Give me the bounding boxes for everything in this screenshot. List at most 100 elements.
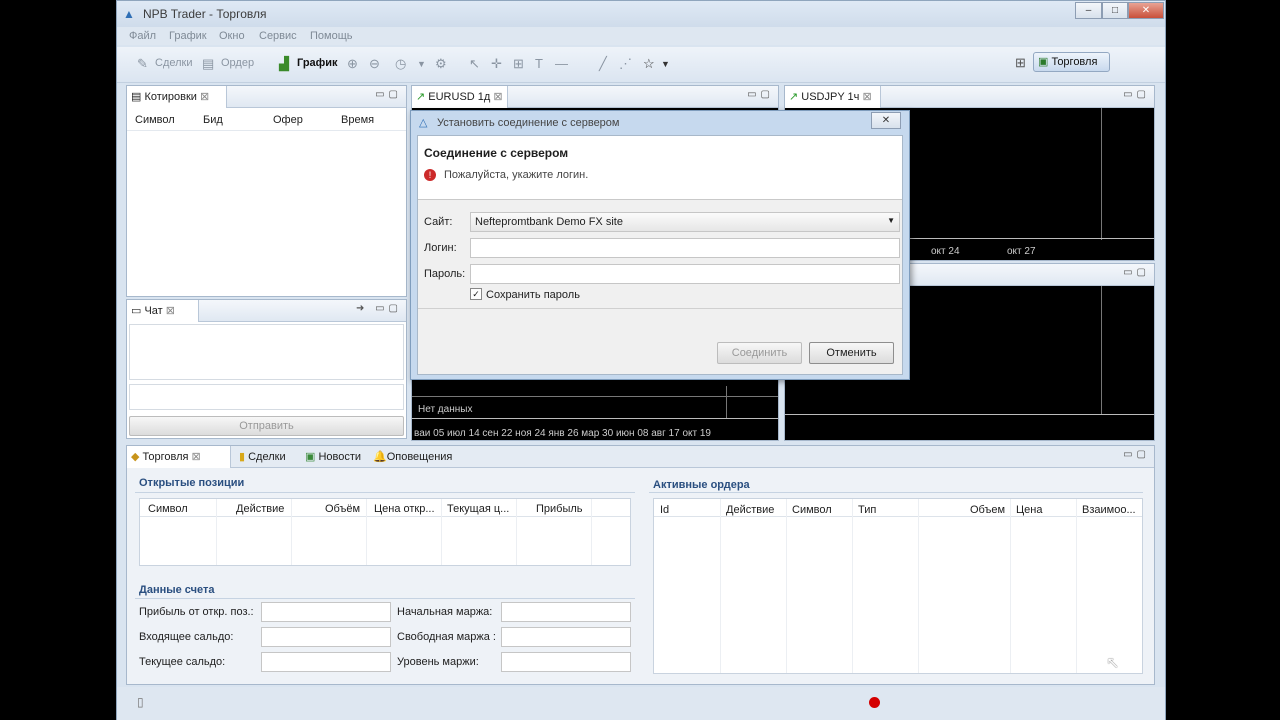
col-mutual[interactable]: Взаимоо... bbox=[1082, 504, 1136, 516]
connect-button[interactable]: Соединить bbox=[717, 342, 802, 364]
dialog-message: Пожалуйста, укажите логин. bbox=[444, 169, 589, 181]
col-bid[interactable]: Бид bbox=[203, 114, 223, 126]
col-offer[interactable]: Офер bbox=[273, 114, 303, 126]
panel-controls[interactable]: ▭▢ bbox=[1123, 449, 1150, 460]
connect-dialog: △ Установить соединение с сервером ✕ Сое… bbox=[410, 110, 910, 380]
tab-news[interactable]: ▣ Новости bbox=[305, 450, 361, 463]
tab-usdjpy[interactable]: ↗ USDJPY 1ч ⊠ bbox=[785, 86, 881, 108]
dialog-header: Соединение с сервером ! Пожалуйста, укаж… bbox=[418, 136, 902, 200]
panel-controls[interactable]: ▭▢ bbox=[1123, 267, 1150, 278]
chat-input[interactable] bbox=[129, 384, 404, 410]
star-icon[interactable]: ☆ bbox=[643, 56, 655, 72]
col-action[interactable]: Действие bbox=[726, 504, 774, 516]
label-margin-level: Уровень маржи: bbox=[397, 656, 479, 668]
line-icon[interactable]: ╱ bbox=[599, 56, 607, 72]
crosshair-icon[interactable]: ✛ bbox=[491, 56, 502, 72]
zoom-out-icon[interactable]: ⊖ bbox=[369, 56, 380, 72]
cancel-button[interactable]: Отменить bbox=[809, 342, 894, 364]
close-icon[interactable]: ⊠ bbox=[192, 451, 201, 463]
close-icon[interactable]: ⊠ bbox=[493, 91, 502, 103]
panel-controls[interactable]: ➜ ▭▢ bbox=[356, 303, 402, 314]
open-positions-table: Символ Действие Объём Цена откр... Текущ… bbox=[139, 498, 631, 566]
col-symbol[interactable]: Символ bbox=[792, 504, 832, 516]
col-open-price[interactable]: Цена откр... bbox=[374, 503, 435, 515]
menu-help[interactable]: Помощь bbox=[310, 30, 353, 42]
free-margin-value bbox=[501, 627, 631, 647]
close-button[interactable]: ✕ bbox=[1128, 2, 1164, 19]
cursor-icon[interactable]: ↖ bbox=[469, 56, 480, 72]
menu-window[interactable]: Окно bbox=[219, 30, 245, 42]
site-select[interactable]: Neftepromtbank Demo FX site ▼ bbox=[470, 212, 900, 232]
save-password-checkbox[interactable]: ✓ bbox=[470, 288, 482, 300]
menu-service[interactable]: Сервис bbox=[259, 30, 297, 42]
chart-button[interactable]: График bbox=[297, 57, 338, 69]
col-time[interactable]: Время bbox=[341, 114, 374, 126]
send-button[interactable]: Отправить bbox=[129, 416, 404, 436]
maximize-button[interactable]: □ bbox=[1102, 2, 1128, 19]
grid-icon[interactable]: ⊞ bbox=[513, 56, 524, 72]
panel-controls[interactable]: ▭▢ bbox=[747, 89, 774, 100]
usdjpy-tab-label: USDJPY 1ч bbox=[801, 91, 860, 103]
col-symbol[interactable]: Символ bbox=[148, 503, 188, 515]
perspective-label: Торговля bbox=[1051, 56, 1098, 68]
col-price[interactable]: Цена bbox=[1016, 504, 1042, 516]
connection-status-icon bbox=[869, 697, 880, 708]
col-symbol[interactable]: Символ bbox=[135, 114, 175, 126]
tab-trading[interactable]: ◆ Торговля ⊠ bbox=[127, 446, 231, 468]
hline-icon[interactable]: — bbox=[555, 56, 568, 71]
col-id[interactable]: Id bbox=[660, 504, 669, 516]
col-volume[interactable]: Объём bbox=[325, 503, 360, 515]
trading-panel-header: ◆ Торговля ⊠ ▮ Сделки ▣ Новости 🔔Оповеще… bbox=[127, 446, 1154, 468]
panel-controls[interactable]: ▭▢ bbox=[375, 89, 402, 100]
tab-deals[interactable]: ▮ Сделки bbox=[239, 450, 286, 463]
tab-alerts[interactable]: 🔔Оповещения bbox=[373, 450, 452, 463]
order-button[interactable]: Ордер bbox=[221, 57, 254, 69]
bell-icon: 🔔 bbox=[373, 451, 387, 463]
col-action[interactable]: Действие bbox=[236, 503, 284, 515]
chevron-down-icon[interactable]: ▼ bbox=[417, 59, 426, 69]
tab-quotes[interactable]: ▤ Котировки ⊠ bbox=[127, 86, 227, 108]
indicator-icon[interactable]: ⚙ bbox=[435, 56, 447, 72]
perspective-trading-button[interactable]: ▣ Торговля bbox=[1033, 52, 1110, 72]
dialog-close-button[interactable]: ✕ bbox=[871, 112, 901, 129]
active-orders-title: Активные ордера bbox=[653, 479, 750, 491]
minimize-button[interactable]: – bbox=[1075, 2, 1102, 19]
tab-chat[interactable]: ▭ Чат ⊠ bbox=[127, 300, 199, 322]
chart-gridline bbox=[726, 386, 727, 418]
label-open-profit: Прибыль от откр. поз.: bbox=[139, 606, 254, 618]
open-perspective-icon[interactable]: ⊞ bbox=[1015, 55, 1026, 71]
incoming-balance-value bbox=[261, 627, 391, 647]
eurusd-panel-header: ↗ EURUSD 1д ⊠ ▭▢ bbox=[412, 86, 778, 108]
fib-icon[interactable]: ⋰ bbox=[619, 56, 632, 72]
deals-button[interactable]: Сделки bbox=[155, 57, 193, 69]
menu-chart[interactable]: График bbox=[169, 30, 207, 42]
col-volume[interactable]: Объем bbox=[970, 504, 1005, 516]
panel-controls[interactable]: ▭▢ bbox=[1123, 89, 1150, 100]
col-current-price[interactable]: Текущая ц... bbox=[447, 503, 509, 515]
dialog-title: Установить соединение с сервером bbox=[437, 117, 620, 129]
password-input[interactable] bbox=[470, 264, 900, 284]
col-profit[interactable]: Прибыль bbox=[536, 503, 583, 515]
menu-file[interactable]: Файл bbox=[129, 30, 156, 42]
text-icon[interactable]: T bbox=[535, 56, 543, 71]
chevron-down-icon[interactable]: ▼ bbox=[661, 59, 670, 69]
tab-eurusd[interactable]: ↗ EURUSD 1д ⊠ bbox=[412, 86, 508, 108]
chart-line-icon: ↗ bbox=[789, 91, 802, 103]
site-label: Сайт: bbox=[424, 216, 453, 228]
close-icon[interactable]: ⊠ bbox=[200, 91, 209, 103]
divider bbox=[127, 130, 406, 131]
close-icon[interactable]: ⊠ bbox=[166, 305, 175, 317]
col-type[interactable]: Тип bbox=[858, 504, 876, 516]
close-icon[interactable]: ⊠ bbox=[862, 91, 871, 103]
login-input[interactable] bbox=[470, 238, 900, 258]
current-balance-value bbox=[261, 652, 391, 672]
clock-icon[interactable]: ◷ bbox=[395, 56, 406, 72]
chart-icon: ▟ bbox=[279, 56, 289, 71]
open-positions-title: Открытые позиции bbox=[139, 477, 245, 489]
chat-history[interactable] bbox=[129, 324, 404, 380]
open-profit-value bbox=[261, 602, 391, 622]
quotes-panel-header: ▤ Котировки ⊠ ▭▢ bbox=[127, 86, 406, 108]
chart-x-axis bbox=[785, 414, 1154, 415]
chart-gridline bbox=[1101, 108, 1102, 240]
zoom-in-icon[interactable]: ⊕ bbox=[347, 56, 358, 72]
